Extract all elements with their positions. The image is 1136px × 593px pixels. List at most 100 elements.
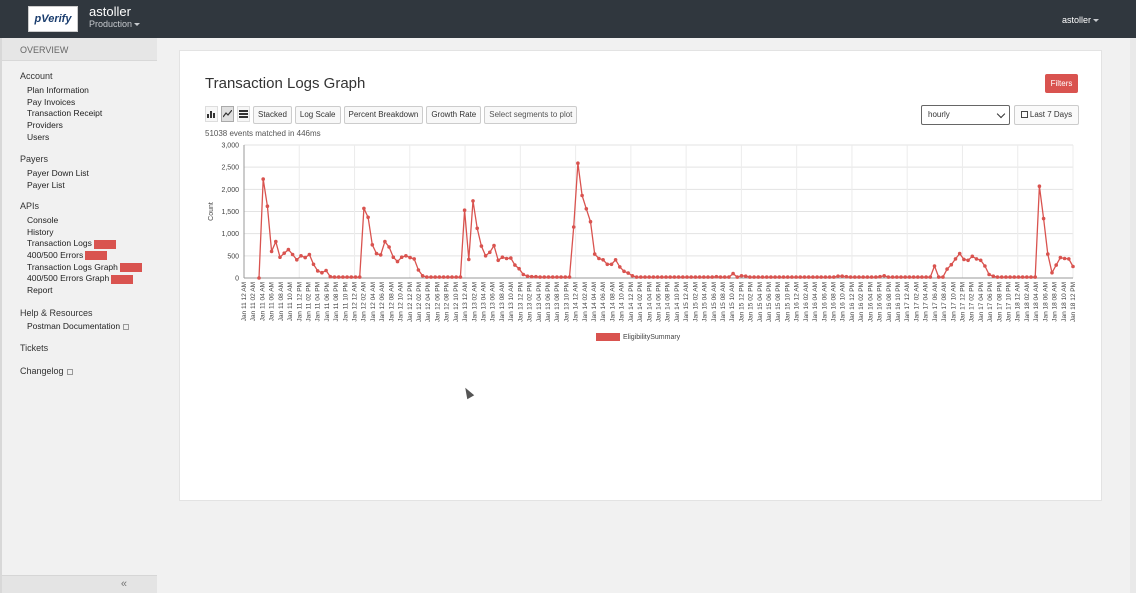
sidebar-item-console[interactable]: Console <box>27 215 142 227</box>
x-tick-label: Jan 15 06 AM <box>711 282 718 322</box>
data-point <box>676 275 681 279</box>
sidebar-item-errors-graph[interactable]: 400/500 Errors Graph <box>27 273 142 285</box>
sidebar-item-payer-list[interactable]: Payer List <box>27 180 89 192</box>
x-tick-label: Jan 16 06 AM <box>821 282 828 322</box>
pverify-logo[interactable]: pVerify <box>28 6 78 32</box>
scrollbar-track[interactable] <box>1130 38 1136 593</box>
data-point <box>488 250 492 255</box>
data-point <box>672 275 677 279</box>
x-tick-label: Jan 13 08 AM <box>499 282 506 322</box>
sidebar-item-pay-invoices[interactable]: Pay Invoices <box>27 97 102 109</box>
sidebar-group-apis: APIs <box>20 201 40 211</box>
data-point <box>613 258 618 262</box>
sidebar-item-errors[interactable]: 400/500 Errors <box>27 250 142 262</box>
data-point <box>890 275 895 279</box>
log-scale-button[interactable]: Log Scale <box>294 106 341 124</box>
data-point <box>760 275 765 279</box>
data-point <box>357 275 362 279</box>
data-point <box>286 247 291 252</box>
growth-rate-button[interactable]: Growth Rate <box>426 106 482 124</box>
x-tick-label: Jan 12 06 PM <box>434 282 441 322</box>
x-tick-label: Jan 13 06 PM <box>545 282 552 322</box>
sidebar-item-transaction-receipt[interactable]: Transaction Receipt <box>27 108 102 120</box>
sidebar-item-tickets[interactable]: Tickets <box>20 343 48 353</box>
external-link-icon <box>123 323 130 330</box>
data-point <box>525 274 530 278</box>
data-point <box>378 253 383 257</box>
sidebar-item-providers[interactable]: Providers <box>27 120 102 132</box>
sidebar-item-plan-information[interactable]: Plan Information <box>27 85 102 97</box>
x-tick-label: Jan 14 02 AM <box>582 282 589 322</box>
data-point <box>836 274 840 278</box>
data-point <box>739 274 744 278</box>
interval-select[interactable]: hourly <box>921 105 1010 125</box>
data-point <box>1062 256 1067 261</box>
sidebar-group-payers: Payers <box>20 154 49 164</box>
data-point <box>416 268 421 272</box>
data-point <box>639 275 643 279</box>
user-menu[interactable]: astoller <box>1062 15 1099 25</box>
x-tick-label: Jan 11 10 AM <box>287 282 294 321</box>
data-point <box>429 275 433 279</box>
data-point <box>874 275 878 279</box>
data-point <box>257 276 261 280</box>
x-tick-label: Jan 12 08 AM <box>388 282 395 322</box>
data-point <box>1025 275 1029 279</box>
account-switcher[interactable]: astoller Production <box>89 5 141 29</box>
data-point <box>840 274 844 278</box>
data-point <box>634 275 639 279</box>
data-point <box>1050 270 1054 275</box>
page-title: Transaction Logs Graph <box>205 75 366 92</box>
x-tick-label: Jan 14 04 AM <box>591 282 598 322</box>
data-point <box>374 251 379 256</box>
sidebar-item-report[interactable]: Report <box>27 285 142 297</box>
sidebar-collapse-button[interactable]: « <box>2 575 157 593</box>
stacked-button[interactable]: Stacked <box>253 106 292 124</box>
data-point <box>483 254 488 258</box>
sidebar-item-history[interactable]: History <box>27 227 142 239</box>
chart-legend[interactable]: EligibilitySummary <box>596 333 680 341</box>
sidebar-item-changelog[interactable]: Changelog <box>20 366 73 376</box>
data-point <box>735 275 740 279</box>
data-point <box>475 226 480 231</box>
legend-swatch <box>596 333 620 341</box>
line-chart-icon[interactable] <box>221 106 234 122</box>
data-point <box>592 252 597 256</box>
data-point <box>274 239 278 244</box>
data-point <box>521 272 526 277</box>
sidebar: OVERVIEW Account Plan Information Pay In… <box>0 38 157 593</box>
x-tick-label: Jan 17 12 PM <box>959 282 966 322</box>
filters-button[interactable]: Filters <box>1045 74 1078 93</box>
sidebar-overview[interactable]: OVERVIEW <box>2 38 157 61</box>
sidebar-item-postman-documentation[interactable]: Postman Documentation <box>27 321 130 333</box>
x-tick-label: Jan 15 08 PM <box>775 282 782 322</box>
data-point <box>584 207 589 211</box>
y-tick-label: 500 <box>227 253 239 260</box>
x-tick-label: Jan 16 02 PM <box>858 282 865 322</box>
data-point <box>756 275 761 279</box>
data-point <box>336 275 341 279</box>
data-point <box>681 275 685 279</box>
data-point <box>815 275 819 279</box>
date-range-button[interactable]: Last 7 Days <box>1014 105 1079 125</box>
data-point <box>269 249 274 254</box>
table-view-icon[interactable] <box>237 106 250 122</box>
data-point <box>936 275 941 279</box>
data-point <box>781 275 786 279</box>
data-point <box>542 275 547 279</box>
x-tick-label: Jan 13 04 PM <box>536 282 543 322</box>
sidebar-item-transaction-logs[interactable]: Transaction Logs <box>27 238 142 250</box>
x-tick-label: Jan 11 02 PM <box>305 282 312 322</box>
sidebar-item-users[interactable]: Users <box>27 132 102 144</box>
y-tick-label: 1,000 <box>221 231 239 238</box>
sidebar-item-payer-down-list[interactable]: Payer Down List <box>27 168 89 180</box>
data-point <box>1037 184 1042 188</box>
bar-chart-icon[interactable] <box>205 106 218 122</box>
data-point <box>953 257 958 261</box>
x-tick-label: Jan 11 04 PM <box>315 282 322 322</box>
percent-breakdown-button[interactable]: Percent Breakdown <box>343 106 424 124</box>
select-segments-button[interactable]: Select segments to plot <box>484 106 578 124</box>
data-point <box>383 239 387 244</box>
sidebar-item-transaction-logs-graph[interactable]: Transaction Logs Graph <box>27 262 142 274</box>
data-point <box>534 274 538 279</box>
